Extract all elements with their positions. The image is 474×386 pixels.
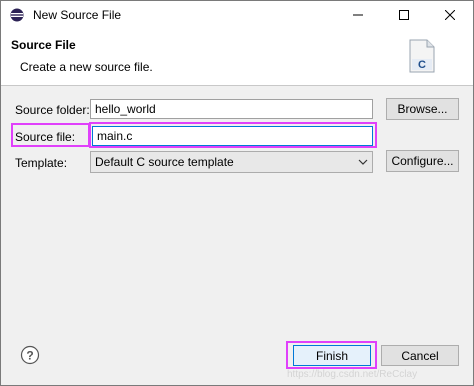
banner-title: Source File (11, 38, 76, 52)
maximize-icon (399, 10, 409, 20)
template-label: Template: (15, 156, 68, 170)
banner-description: Create a new source file. (20, 60, 153, 74)
source-folder-input[interactable] (90, 99, 373, 119)
template-selected-value: Default C source template (95, 155, 234, 169)
maximize-button[interactable] (381, 1, 427, 29)
source-folder-label: Source folder: (15, 103, 90, 117)
minimize-icon (353, 14, 363, 16)
watermark: https://blog.csdn.net/ReCclay (287, 369, 418, 380)
svg-text:?: ? (26, 349, 33, 363)
finish-button[interactable]: Finish (293, 345, 371, 366)
minimize-button[interactable] (335, 1, 381, 29)
source-file-label-highlight (11, 123, 90, 147)
close-icon (445, 10, 455, 20)
c-source-file-icon: C (409, 39, 435, 73)
close-button[interactable] (427, 1, 473, 29)
browse-button[interactable]: Browse... (386, 98, 459, 120)
c-letter: C (418, 59, 426, 71)
chevron-down-icon (358, 159, 368, 165)
title-bar[interactable]: New Source File (1, 1, 473, 29)
configure-button[interactable]: Configure... (386, 150, 459, 172)
source-file-input-highlight (89, 122, 377, 148)
wizard-banner: Source File Create a new source file. C (1, 29, 473, 86)
new-source-file-dialog: New Source File Source File Create a new… (0, 0, 474, 386)
window-title: New Source File (33, 8, 122, 22)
template-select[interactable]: Default C source template (90, 151, 373, 173)
help-icon[interactable]: ? (20, 345, 40, 365)
cancel-button[interactable]: Cancel (381, 345, 459, 366)
eclipse-icon (10, 8, 24, 22)
